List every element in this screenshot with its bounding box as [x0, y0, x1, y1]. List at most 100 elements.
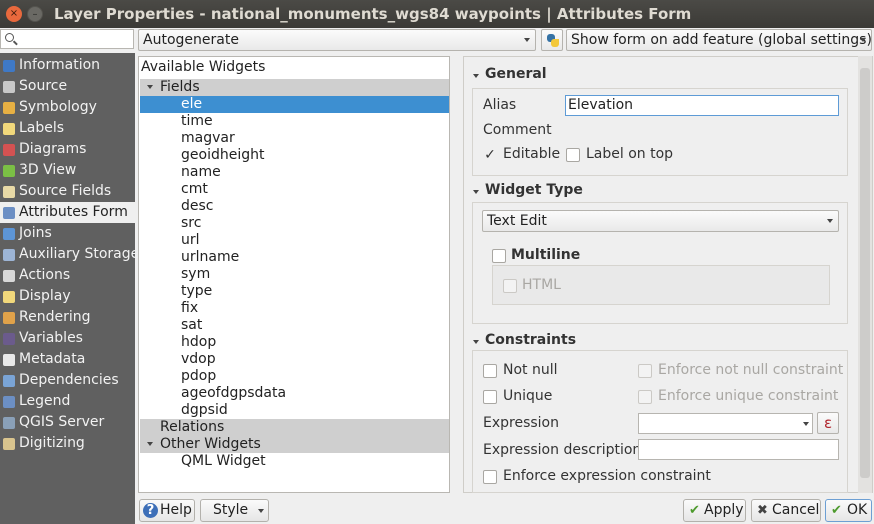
- tree-header: Available Widgets: [141, 59, 266, 75]
- sidebar-item-dependencies[interactable]: Dependencies: [0, 370, 135, 391]
- expression-description-label: Expression description: [483, 442, 642, 458]
- tree-group-fields[interactable]: Fields: [140, 79, 449, 96]
- label-on-top-label: Label on top: [586, 146, 674, 162]
- tree-field-item[interactable]: sym: [140, 266, 449, 283]
- tree-field-item[interactable]: name: [140, 164, 449, 181]
- collapse-widget-type-icon[interactable]: [473, 190, 479, 194]
- sidebar-item-labels[interactable]: Labels: [0, 118, 135, 139]
- sidebar-item-label: 3D View: [19, 162, 77, 178]
- search-input[interactable]: [0, 29, 134, 49]
- sidebar-item-joins[interactable]: Joins: [0, 223, 135, 244]
- expand-arrow-icon[interactable]: [147, 85, 153, 89]
- html-label: HTML: [522, 277, 561, 293]
- apply-label: Apply: [704, 502, 744, 518]
- tree-field-item[interactable]: src: [140, 215, 449, 232]
- minimize-icon[interactable]: –: [27, 6, 43, 22]
- sidebar-item-source[interactable]: Source: [0, 76, 135, 97]
- sidebar-item-actions[interactable]: Actions: [0, 265, 135, 286]
- sidebar-item-rendering[interactable]: Rendering: [0, 307, 135, 328]
- tree-field-item[interactable]: cmt: [140, 181, 449, 198]
- tree-item-label: urlname: [181, 249, 240, 265]
- tree-field-item[interactable]: url: [140, 232, 449, 249]
- tree-item-label: pdop: [181, 368, 217, 384]
- sidebar-item-source-fields[interactable]: Source Fields: [0, 181, 135, 202]
- sidebar-item-display[interactable]: Display: [0, 286, 135, 307]
- enforce-expression-checkbox[interactable]: [483, 470, 497, 484]
- join-icon: [3, 228, 15, 240]
- tree-group-relations[interactable]: Relations: [140, 419, 449, 436]
- tree-item-label: geoidheight: [181, 147, 265, 163]
- tree-field-item[interactable]: pdop: [140, 368, 449, 385]
- cube-icon: [3, 165, 15, 177]
- ok-icon: ✔: [831, 503, 842, 518]
- chevron-down-icon: [803, 422, 809, 426]
- sidebar-item-diagrams[interactable]: Diagrams: [0, 139, 135, 160]
- enforce-not-null-label: Enforce not null constraint: [658, 362, 844, 378]
- display-icon: [3, 291, 15, 303]
- alias-input[interactable]: Elevation: [565, 95, 839, 116]
- not-null-checkbox[interactable]: [483, 364, 497, 378]
- widget-type-combo[interactable]: Text Edit: [482, 210, 839, 232]
- sidebar-item-qgis-server[interactable]: QGIS Server: [0, 412, 135, 433]
- editable-checkbox[interactable]: ✓: [483, 148, 497, 162]
- search-icon: [5, 33, 14, 42]
- tree-field-item[interactable]: ageofdgpsdata: [140, 385, 449, 402]
- tree-field-item[interactable]: geoidheight: [140, 147, 449, 164]
- enforce-unique-checkbox[interactable]: [638, 390, 652, 404]
- sidebar-item-label: Auxiliary Storage: [19, 246, 140, 262]
- enforce-unique-label: Enforce unique constraint: [658, 388, 839, 404]
- multiline-checkbox[interactable]: [492, 249, 506, 263]
- sidebar-item-attributes-form[interactable]: Attributes Form: [0, 202, 135, 223]
- widget-type-title: Widget Type: [485, 182, 583, 198]
- sidebar-item-auxiliary-storage[interactable]: Auxiliary Storage: [0, 244, 139, 265]
- unique-checkbox[interactable]: [483, 390, 497, 404]
- ok-button[interactable]: ✔ OK: [825, 499, 872, 522]
- layout-combo[interactable]: Autogenerate: [138, 29, 536, 51]
- sidebar-item-metadata[interactable]: Metadata: [0, 349, 135, 370]
- config-scrollbar[interactable]: [858, 56, 872, 493]
- diagram-icon: [3, 144, 15, 156]
- help-button[interactable]: ? Help: [139, 499, 195, 522]
- cancel-icon: ✖: [757, 503, 768, 518]
- tree-field-item[interactable]: dgpsid: [140, 402, 449, 419]
- collapse-general-icon[interactable]: [473, 74, 479, 78]
- enforce-not-null-checkbox[interactable]: [638, 364, 652, 378]
- tree-field-item[interactable]: desc: [140, 198, 449, 215]
- expression-description-input[interactable]: [638, 439, 839, 460]
- general-title: General: [485, 66, 547, 82]
- cancel-button[interactable]: ✖ Cancel: [751, 499, 821, 522]
- tree-field-item[interactable]: time: [140, 113, 449, 130]
- constraints-title: Constraints: [485, 332, 577, 348]
- multiline-label: Multiline: [511, 247, 581, 263]
- html-checkbox[interactable]: [503, 279, 517, 293]
- tree-other-item[interactable]: QML Widget: [140, 453, 449, 470]
- expand-arrow-icon[interactable]: [147, 442, 153, 446]
- sidebar-item-3d-view[interactable]: 3D View: [0, 160, 135, 181]
- tree-group-other-widgets[interactable]: Other Widgets: [140, 436, 449, 453]
- expression-builder-button[interactable]: ε: [817, 412, 839, 434]
- tree-field-item[interactable]: vdop: [140, 351, 449, 368]
- expression-input[interactable]: [638, 413, 813, 434]
- sidebar-item-symbology[interactable]: Symbology: [0, 97, 135, 118]
- suppress-form-combo[interactable]: Show form on add feature (global setting…: [566, 29, 872, 51]
- tree-field-item[interactable]: sat: [140, 317, 449, 334]
- style-button[interactable]: Style: [200, 499, 269, 522]
- label-on-top-checkbox[interactable]: [566, 148, 580, 162]
- close-icon[interactable]: ×: [6, 6, 22, 22]
- tree-field-item[interactable]: fix: [140, 300, 449, 317]
- collapse-constraints-icon[interactable]: [473, 340, 479, 344]
- tree-field-item[interactable]: type: [140, 283, 449, 300]
- tree-field-item[interactable]: magvar: [140, 130, 449, 147]
- python-init-button[interactable]: [541, 29, 563, 51]
- sidebar-item-information[interactable]: Information: [0, 55, 135, 76]
- tree-field-item[interactable]: ele: [140, 96, 449, 113]
- sidebar-item-digitizing[interactable]: Digitizing: [0, 433, 135, 454]
- sidebar-item-legend[interactable]: Legend: [0, 391, 135, 412]
- available-widgets-tree[interactable]: Available Widgets Fields ele time magvar geo…: [138, 56, 450, 493]
- sidebar-item-variables[interactable]: Variables: [0, 328, 135, 349]
- scrollbar-thumb[interactable]: [860, 68, 870, 478]
- sidebar-item-label: Metadata: [19, 351, 86, 367]
- tree-field-item[interactable]: hdop: [140, 334, 449, 351]
- tree-field-item[interactable]: urlname: [140, 249, 449, 266]
- apply-button[interactable]: ✔ Apply: [683, 499, 746, 522]
